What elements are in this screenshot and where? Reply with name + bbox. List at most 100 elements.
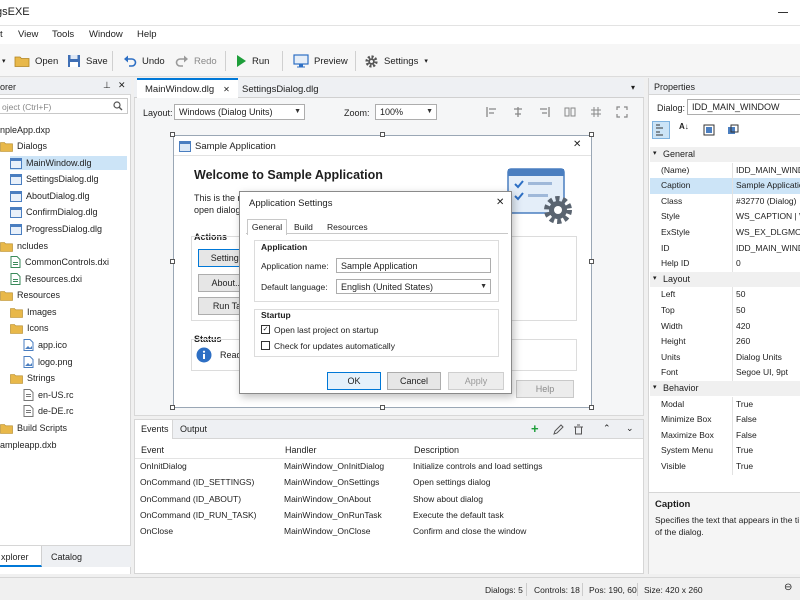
zoom-select[interactable]: 100% ▼ xyxy=(375,104,437,120)
property-row[interactable]: Class #32770 (Dialog) xyxy=(650,193,800,210)
tree-item[interactable]: CommonControls.dxi xyxy=(10,255,109,269)
explorer-search-input[interactable]: oject (Ctrl+F) xyxy=(0,98,128,114)
property-row[interactable]: Visible True xyxy=(650,459,800,475)
cancel-button[interactable]: Cancel xyxy=(387,372,441,390)
property-row[interactable]: Units Dialog Units xyxy=(650,349,800,366)
property-value[interactable]: 420 xyxy=(736,321,750,331)
table-row[interactable]: OnCommand (ID_RUN_TASK) MainWindow_OnRunT… xyxy=(135,508,643,524)
table-row[interactable]: OnClose MainWindow_OnClose Confirm and clo… xyxy=(135,524,643,540)
minimize-icon[interactable] xyxy=(778,12,788,13)
property-row[interactable]: Width 420 xyxy=(650,318,800,335)
property-value[interactable]: 50 xyxy=(736,305,745,315)
property-value[interactable]: WS_CAPTION | WS_ xyxy=(736,211,800,221)
property-value[interactable]: Segoe UI, 9pt xyxy=(736,367,788,377)
tab-mainwindow[interactable]: MainWindow.dlg ✕ xyxy=(137,78,238,98)
resize-handle[interactable] xyxy=(170,132,175,137)
event-column-header[interactable]: Event xyxy=(141,445,164,455)
tree-item[interactable]: ampleapp.dxb xyxy=(0,438,57,452)
editor-tab-dropdown-icon[interactable]: ▾ xyxy=(631,83,635,92)
zoom-out-icon[interactable]: ⊖ xyxy=(784,582,792,593)
settings-button[interactable]: Settings ▾ xyxy=(364,52,428,70)
table-row[interactable]: OnCommand (ID_ABOUT) MainWindow_OnAbout Sh… xyxy=(135,492,643,508)
property-row[interactable]: Maximize Box False xyxy=(650,427,800,444)
property-value[interactable]: False xyxy=(736,414,757,424)
tree-item[interactable]: npleApp.dxp xyxy=(0,123,50,137)
property-category[interactable]: ▾ Behavior xyxy=(650,381,800,396)
description-column-header[interactable]: Description xyxy=(414,445,459,455)
property-value[interactable]: IDD_MAIN_WINDOW xyxy=(736,243,800,253)
property-category[interactable]: ▾ Layout xyxy=(650,271,800,287)
close-icon[interactable]: ✕ xyxy=(496,197,504,208)
close-icon[interactable]: ✕ xyxy=(573,139,581,150)
tree-item[interactable]: de-DE.rc xyxy=(23,404,74,418)
grid-icon[interactable] xyxy=(590,106,602,118)
tab-events[interactable]: Events xyxy=(135,420,173,439)
property-value[interactable]: True xyxy=(736,445,753,455)
pin-icon[interactable]: ⊥ xyxy=(103,80,111,91)
resize-handle[interactable] xyxy=(589,132,594,137)
property-row[interactable]: ExStyle WS_EX_DLGMODAL xyxy=(650,225,800,241)
open-last-project-checkbox[interactable]: ✓ xyxy=(261,325,270,334)
help-button[interactable]: Help xyxy=(516,380,574,398)
property-row[interactable]: Font Segoe UI, 9pt xyxy=(650,365,800,381)
resize-handle[interactable] xyxy=(380,132,385,137)
property-value[interactable]: 50 xyxy=(736,289,745,299)
check-updates-checkbox[interactable] xyxy=(261,341,270,350)
tree-item[interactable]: ncludes xyxy=(0,239,48,253)
property-row[interactable]: Modal True xyxy=(650,396,800,413)
undo-button[interactable]: Undo xyxy=(123,52,165,70)
tab-explorer[interactable]: xplorer xyxy=(0,546,42,567)
save-button[interactable]: Save xyxy=(67,52,108,70)
property-value[interactable]: IDD_MAIN_WINDOW xyxy=(736,165,800,175)
categorized-view-button[interactable] xyxy=(652,121,670,139)
tree-item[interactable]: Dialogs xyxy=(0,139,47,153)
property-value[interactable]: 260 xyxy=(736,336,750,346)
handler-column-header[interactable]: Handler xyxy=(285,445,317,455)
tab-build[interactable]: Build xyxy=(294,222,313,232)
tab-settingsdialog[interactable]: SettingsDialog.dlg xyxy=(234,80,327,98)
tree-item[interactable]: logo.png xyxy=(23,355,73,369)
add-icon[interactable]: + xyxy=(531,421,539,436)
align-center-icon[interactable] xyxy=(512,106,524,118)
property-row[interactable]: Top 50 xyxy=(650,303,800,319)
tab-general[interactable]: General xyxy=(247,219,287,235)
tree-item[interactable]: Strings xyxy=(10,371,55,385)
close-tab-icon[interactable]: ✕ xyxy=(223,85,230,94)
resize-handle[interactable] xyxy=(380,405,385,410)
menu-item-window[interactable]: Window xyxy=(89,29,123,40)
move-down-icon[interactable]: ⌄ xyxy=(626,423,634,434)
property-value[interactable]: False xyxy=(736,430,757,440)
property-row[interactable]: Caption Sample Application xyxy=(650,178,800,194)
property-row[interactable]: (Name) IDD_MAIN_WINDOW xyxy=(650,162,800,179)
tree-item[interactable]: Resources xyxy=(0,288,60,302)
fit-icon[interactable] xyxy=(616,106,628,118)
property-value[interactable]: 0 xyxy=(736,258,741,268)
tree-item[interactable]: Build Scripts xyxy=(0,421,67,435)
menu-item-file[interactable]: t xyxy=(0,29,3,40)
property-value[interactable]: WS_EX_DLGMODAL xyxy=(736,227,800,237)
tree-item[interactable]: ConfirmDialog.dlg xyxy=(10,205,98,219)
property-row[interactable]: Left 50 xyxy=(650,287,800,303)
property-row[interactable]: Minimize Box False xyxy=(650,412,800,428)
tree-item[interactable]: Resources.dxi xyxy=(10,272,82,286)
resize-handle[interactable] xyxy=(589,405,594,410)
property-value[interactable]: Dialog Units xyxy=(736,352,782,362)
property-row[interactable]: ID IDD_MAIN_WINDOW xyxy=(650,240,800,257)
edit-icon[interactable] xyxy=(553,424,564,435)
dialog-select[interactable]: IDD_MAIN_WINDOW xyxy=(687,99,800,115)
tree-item[interactable]: AboutDialog.dlg xyxy=(10,189,90,203)
property-pages-icon[interactable] xyxy=(703,124,715,136)
table-row[interactable]: OnCommand (ID_SETTINGS) MainWindow_OnSett… xyxy=(135,475,643,491)
align-right-icon[interactable] xyxy=(538,106,550,118)
move-up-icon[interactable]: ⌃ xyxy=(603,423,611,434)
preview-button[interactable]: Preview xyxy=(293,52,348,70)
tree-item[interactable]: SettingsDialog.dlg xyxy=(10,172,99,186)
distribute-icon[interactable] xyxy=(564,106,576,118)
language-select[interactable]: English (United States) ▼ xyxy=(336,279,491,294)
property-category[interactable]: ▾ General xyxy=(650,147,800,162)
tree-item[interactable]: Icons xyxy=(10,321,49,335)
sort-alphabetical-icon[interactable]: A↓ xyxy=(679,122,689,131)
property-row[interactable]: Height 260 xyxy=(650,334,800,350)
tree-item[interactable]: en-US.rc xyxy=(23,388,74,402)
open-button[interactable]: Open xyxy=(14,52,58,70)
